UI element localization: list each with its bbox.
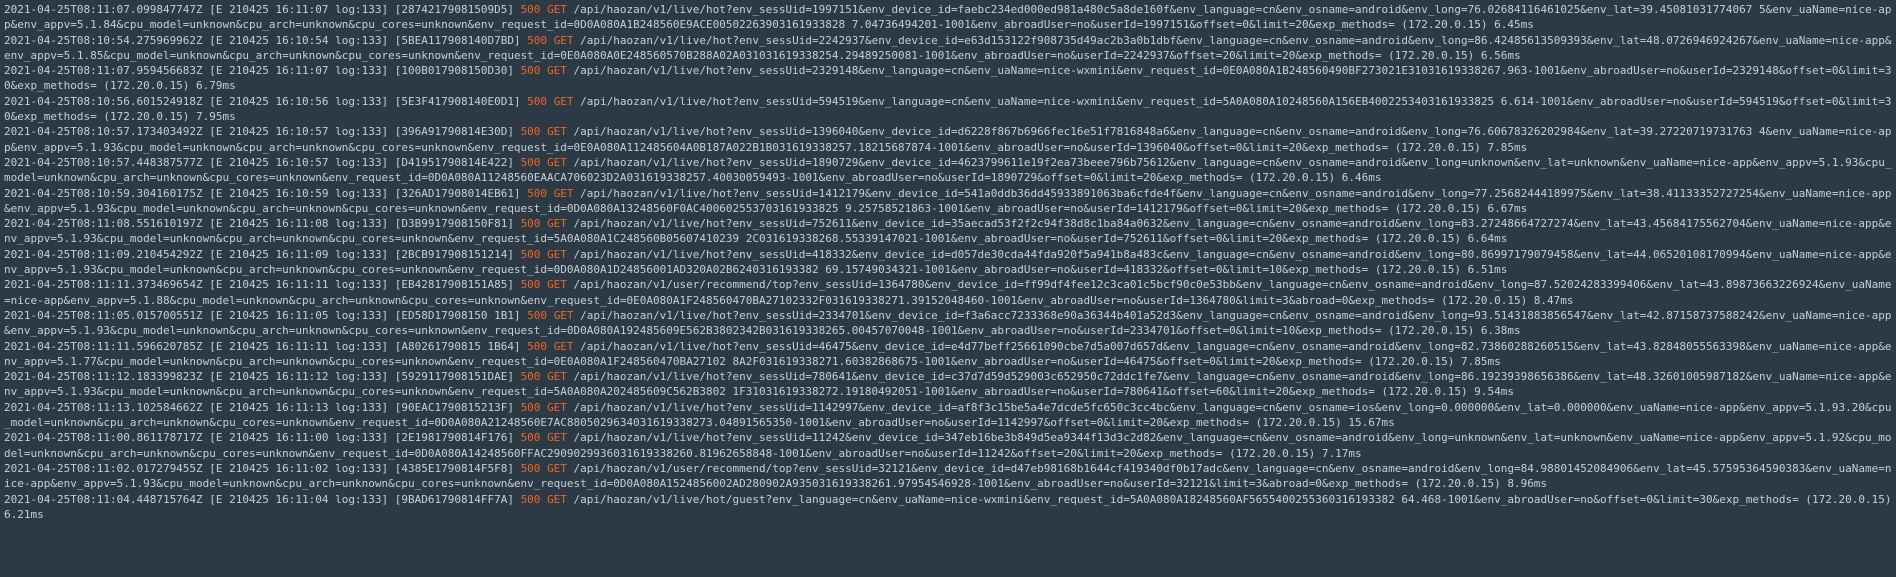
log-entry: 2021-04-25T08:11:11.373469654Z [E 210425… — [4, 277, 1892, 308]
log-prefix: 2021-04-25T08:11:11.373469654Z [E 210425… — [4, 278, 521, 292]
log-entry: 2021-04-25T08:11:12.183399823Z [E 210425… — [4, 369, 1892, 400]
log-prefix: 2021-04-25T08:11:07.959456683Z [E 210425… — [4, 64, 521, 78]
log-prefix: 2021-04-25T08:11:00.861178717Z [E 210425… — [4, 431, 521, 445]
log-prefix: 2021-04-25T08:11:07.099847747Z [E 210425… — [4, 3, 521, 16]
log-prefix: 2021-04-25T08:11:12.183399823Z [E 210425… — [4, 370, 521, 384]
http-status-code: 500 — [527, 186, 548, 200]
log-entry: 2021-04-25T08:10:54.275969962Z [E 210425… — [4, 33, 1892, 64]
http-method: GET — [547, 125, 567, 139]
http-method: GET — [547, 492, 567, 506]
http-status-code: 500 — [527, 308, 548, 322]
http-status-code: 500 — [527, 94, 548, 108]
http-status-code: 500 — [520, 155, 541, 169]
log-entry: 2021-04-25T08:11:07.959456683Z [E 210425… — [4, 63, 1892, 94]
http-method: GET — [547, 247, 567, 261]
http-method: GET — [553, 308, 574, 322]
http-method: GET — [553, 186, 574, 200]
log-prefix: 2021-04-25T08:11:09.210454292Z [E 210425… — [4, 247, 521, 261]
log-prefix: 2021-04-25T08:10:56.601524918Z [E 210425… — [4, 94, 528, 108]
log-prefix: 2021-04-25T08:11:05.015700551Z [E 210425… — [4, 308, 528, 322]
log-entry: 2021-04-25T08:11:09.210454292Z [E 210425… — [4, 247, 1892, 278]
http-method: GET — [547, 3, 567, 16]
log-entry: 2021-04-25T08:11:11.596620785Z [E 210425… — [4, 339, 1892, 370]
log-entry: 2021-04-25T08:10:57.173403492Z [E 210425… — [4, 124, 1892, 155]
log-prefix: 2021-04-25T08:10:57.448387577Z [E 210425… — [4, 155, 521, 169]
http-status-code: 500 — [520, 125, 541, 139]
log-entry: 2021-04-25T08:10:59.304160175Z [E 210425… — [4, 186, 1892, 217]
http-status-code: 500 — [520, 64, 541, 78]
log-prefix: 2021-04-25T08:10:54.275969962Z [E 210425… — [4, 33, 528, 47]
http-method: GET — [547, 278, 567, 292]
http-status-code: 500 — [520, 3, 541, 16]
http-status-code: 500 — [520, 492, 541, 506]
log-prefix: 2021-04-25T08:11:13.102584662Z [E 210425… — [4, 400, 521, 414]
terminal-log-output[interactable]: 2021-04-25T08:11:07.099847747Z [E 210425… — [0, 0, 1896, 577]
log-entry: 2021-04-25T08:10:56.601524918Z [E 210425… — [4, 94, 1892, 125]
http-status-code: 500 — [520, 247, 541, 261]
log-prefix: 2021-04-25T08:11:04.448715764Z [E 210425… — [4, 492, 521, 506]
log-prefix: 2021-04-25T08:11:08.551610197Z [E 210425… — [4, 217, 521, 231]
http-status-code: 500 — [520, 400, 541, 414]
log-entry: 2021-04-25T08:11:07.099847747Z [E 210425… — [4, 2, 1892, 33]
http-method: GET — [547, 217, 567, 231]
log-prefix: 2021-04-25T08:11:02.017279455Z [E 210425… — [4, 461, 521, 475]
http-status-code: 500 — [520, 217, 541, 231]
log-entry: 2021-04-25T08:11:13.102584662Z [E 210425… — [4, 400, 1892, 431]
log-prefix: 2021-04-25T08:10:57.173403492Z [E 210425… — [4, 125, 521, 139]
http-method: GET — [547, 64, 567, 78]
http-status-code: 500 — [527, 33, 548, 47]
log-entry: 2021-04-25T08:11:08.551610197Z [E 210425… — [4, 216, 1892, 247]
http-status-code: 500 — [520, 278, 541, 292]
http-status-code: 500 — [520, 370, 541, 384]
log-entry: 2021-04-25T08:10:57.448387577Z [E 210425… — [4, 155, 1892, 186]
http-status-code: 500 — [527, 339, 548, 353]
http-method: GET — [553, 33, 574, 47]
http-method: GET — [553, 94, 574, 108]
http-method: GET — [547, 370, 567, 384]
log-entry: 2021-04-25T08:11:02.017279455Z [E 210425… — [4, 461, 1892, 492]
http-method: GET — [547, 400, 567, 414]
log-entry: 2021-04-25T08:11:00.861178717Z [E 210425… — [4, 430, 1892, 461]
http-method: GET — [547, 155, 567, 169]
http-method: GET — [547, 431, 567, 445]
log-entry: 2021-04-25T08:11:05.015700551Z [E 210425… — [4, 308, 1892, 339]
http-status-code: 500 — [520, 431, 541, 445]
http-method: GET — [547, 461, 567, 475]
log-prefix: 2021-04-25T08:11:11.596620785Z [E 210425… — [4, 339, 528, 353]
http-method: GET — [553, 339, 574, 353]
http-status-code: 500 — [520, 461, 541, 475]
log-entry: 2021-04-25T08:11:04.448715764Z [E 210425… — [4, 492, 1892, 523]
log-prefix: 2021-04-25T08:10:59.304160175Z [E 210425… — [4, 186, 528, 200]
